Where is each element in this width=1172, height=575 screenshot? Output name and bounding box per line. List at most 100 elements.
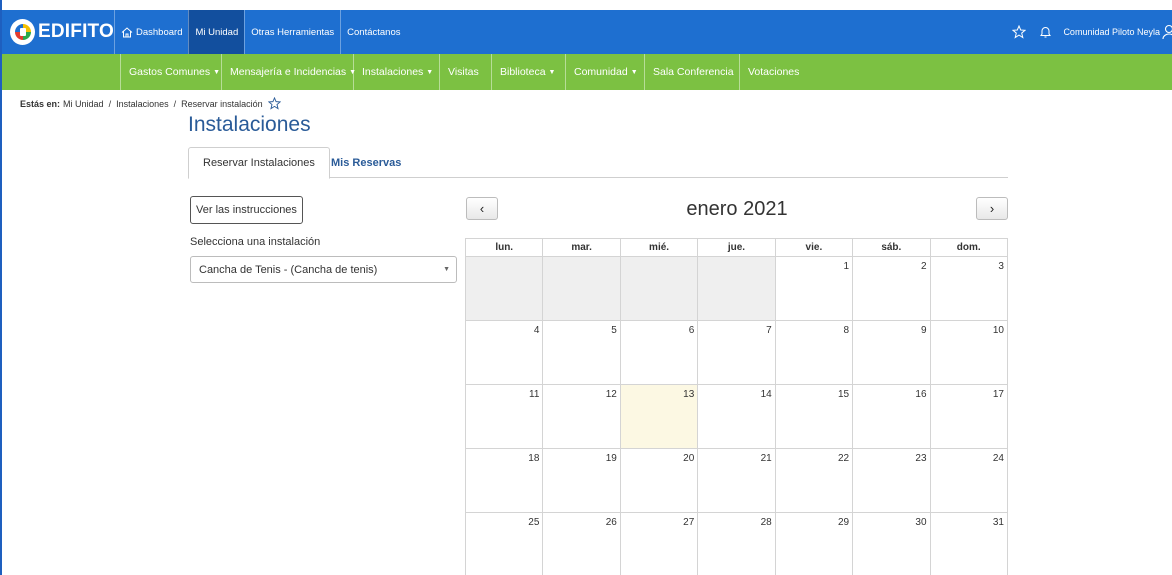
breadcrumb-item[interactable]: Mi Unidad	[63, 99, 104, 109]
calendar-day-today[interactable]: 13	[620, 385, 699, 449]
home-icon	[121, 26, 133, 37]
facility-select-label: Selecciona una instalación	[190, 236, 321, 248]
tab-bar: Reservar Instalaciones Mis Reservas	[188, 147, 1008, 179]
app-frame: EDIFITO Dashboard Mi Unidad Otras Herram…	[0, 0, 1172, 575]
calendar-week: 11 12 13 14 15 16 17	[466, 385, 1008, 449]
nav-label: Biblioteca	[500, 66, 546, 78]
breadcrumb-item[interactable]: Instalaciones	[116, 99, 169, 109]
calendar-day[interactable]: 7	[698, 321, 776, 385]
calendar-next-button[interactable]: ›	[976, 197, 1008, 220]
tab-mis-reservas[interactable]: Mis Reservas	[317, 147, 415, 178]
calendar-day[interactable]: 20	[620, 449, 699, 513]
breadcrumb-separator: /	[173, 98, 177, 109]
calendar-day[interactable]: 15	[775, 385, 854, 449]
calendar-day[interactable]: 6	[620, 321, 699, 385]
nav-visitas[interactable]: Visitas	[439, 54, 487, 90]
calendar-day[interactable]: 19	[543, 449, 621, 513]
calendar-day[interactable]: 18	[466, 449, 544, 513]
calendar-weekday: vie.	[775, 239, 854, 257]
calendar-day[interactable]: 23	[853, 449, 931, 513]
nav-label: Votaciones	[748, 66, 800, 78]
caret-down-icon: ▼	[213, 68, 221, 76]
bell-icon[interactable]	[1035, 22, 1055, 42]
breadcrumb-prefix: Estás en:	[20, 98, 61, 109]
calendar-day[interactable]: 3	[930, 257, 1008, 321]
calendar-day[interactable]: 30	[853, 513, 931, 575]
top-nav: Dashboard Mi Unidad Otras Herramientas C…	[114, 10, 407, 54]
calendar-day[interactable]: 17	[930, 385, 1008, 449]
calendar-day[interactable]: 8	[775, 321, 854, 385]
instructions-button[interactable]: Ver las instrucciones	[190, 196, 303, 224]
calendar-grid: lun. mar. mié. jue. vie. sáb. dom. 1 2 3 4 5 6 7 8 9 10…	[465, 238, 1008, 575]
calendar-day[interactable]: 4	[466, 321, 544, 385]
topnav-contactanos[interactable]: Contáctanos	[340, 10, 406, 54]
calendar-body: 1 2 3 4 5 6 7 8 9 10 11 12 13 14 15 16 17 18 19 20 21 22 23 24 2…	[466, 257, 1008, 575]
calendar-day[interactable]: 9	[853, 321, 931, 385]
nav-gastos-comunes[interactable]: Gastos Comunes ▼	[120, 54, 228, 90]
topnav-otras-herramientas[interactable]: Otras Herramientas	[244, 10, 340, 54]
calendar-day[interactable]: 12	[543, 385, 621, 449]
nav-label: Sala Conferencia	[653, 66, 734, 78]
calendar-day[interactable]: 27	[621, 513, 699, 575]
user-name[interactable]: Comunidad Piloto Neyla	[1063, 27, 1160, 37]
calendar-day[interactable]	[466, 257, 544, 321]
nav-label: Mensajería e Incidencias	[230, 66, 347, 78]
facility-select[interactable]: Cancha de Tenis - (Cancha de tenis) ▼	[190, 256, 457, 283]
topnav-mi-unidad[interactable]: Mi Unidad	[188, 10, 245, 54]
caret-down-icon: ▼	[426, 68, 434, 76]
nav-label: Comunidad	[574, 66, 628, 78]
calendar-week: 18 19 20 21 22 23 24	[466, 449, 1008, 513]
main-nav: Gastos Comunes ▼ Mensajería e Incidencias…	[2, 54, 1172, 90]
top-right-tools: Comunidad Piloto Neyla	[1009, 10, 1172, 54]
calendar-day[interactable]: 25	[466, 513, 544, 575]
calendar-day[interactable]: 16	[853, 385, 931, 449]
calendar-week: 25 26 27 28 29 30 31	[466, 513, 1008, 575]
nav-votaciones[interactable]: Votaciones	[739, 54, 807, 90]
calendar-day[interactable]	[543, 257, 621, 321]
nav-sala-conferencia[interactable]: Sala Conferencia	[644, 54, 742, 90]
nav-instalaciones[interactable]: Instalaciones ▼	[353, 54, 441, 90]
logo[interactable]: EDIFITO	[2, 10, 114, 54]
breadcrumb-item-current: Reservar instalación	[181, 98, 263, 109]
nav-biblioteca[interactable]: Biblioteca ▼	[491, 54, 563, 90]
calendar-day[interactable]: 14	[698, 385, 776, 449]
calendar-weekday: mié.	[620, 239, 699, 257]
tab-reservar-instalaciones[interactable]: Reservar Instalaciones	[188, 147, 330, 179]
calendar-day[interactable]: 1	[775, 257, 854, 321]
calendar-day[interactable]: 26	[543, 513, 621, 575]
favorite-star-icon[interactable]	[267, 97, 281, 110]
facility-select-value: Cancha de Tenis - (Cancha de tenis)	[199, 263, 378, 276]
calendar-weekday: lun.	[466, 239, 544, 257]
user-icon[interactable]	[1162, 24, 1172, 40]
calendar-day[interactable]: 11	[466, 385, 544, 449]
page-title: Instalaciones	[188, 113, 311, 136]
logo-text: EDIFITO	[38, 21, 114, 42]
calendar-day[interactable]: 21	[698, 449, 776, 513]
nav-mensajeria[interactable]: Mensajería e Incidencias ▼	[221, 54, 364, 90]
breadcrumb: Estás en: Mi Unidad / Instalaciones / Re…	[20, 97, 281, 110]
calendar-title: enero 2021	[686, 198, 788, 220]
topnav-dashboard[interactable]: Dashboard	[114, 10, 188, 54]
calendar-week: 123	[466, 257, 1008, 321]
calendar-week: 4 5 6 7 8 9 10	[466, 321, 1008, 385]
calendar-weekday: jue.	[698, 239, 776, 257]
calendar-weekday: dom.	[930, 239, 1008, 257]
calendar-day[interactable]: 29	[776, 513, 854, 575]
logo-icon	[10, 19, 35, 45]
calendar-day[interactable]: 22	[775, 449, 854, 513]
calendar-day[interactable]: 5	[543, 321, 621, 385]
calendar-day[interactable]: 31	[931, 513, 1008, 575]
calendar-day[interactable]: 28	[698, 513, 776, 575]
topnav-label: Otras Herramientas	[251, 26, 335, 38]
calendar-day[interactable]: 2	[853, 257, 931, 321]
calendar-weekday: mar.	[543, 239, 621, 257]
calendar-day[interactable]	[620, 257, 699, 321]
calendar-day[interactable]	[698, 257, 776, 321]
topnav-label: Dashboard	[136, 26, 183, 38]
calendar-day[interactable]: 10	[930, 321, 1008, 385]
topnav-label: Mi Unidad	[195, 26, 239, 38]
calendar-day[interactable]: 24	[930, 449, 1008, 513]
nav-comunidad[interactable]: Comunidad ▼	[565, 54, 646, 90]
topnav-label: Contáctanos	[347, 26, 401, 38]
favorites-star-icon[interactable]	[1009, 22, 1029, 42]
